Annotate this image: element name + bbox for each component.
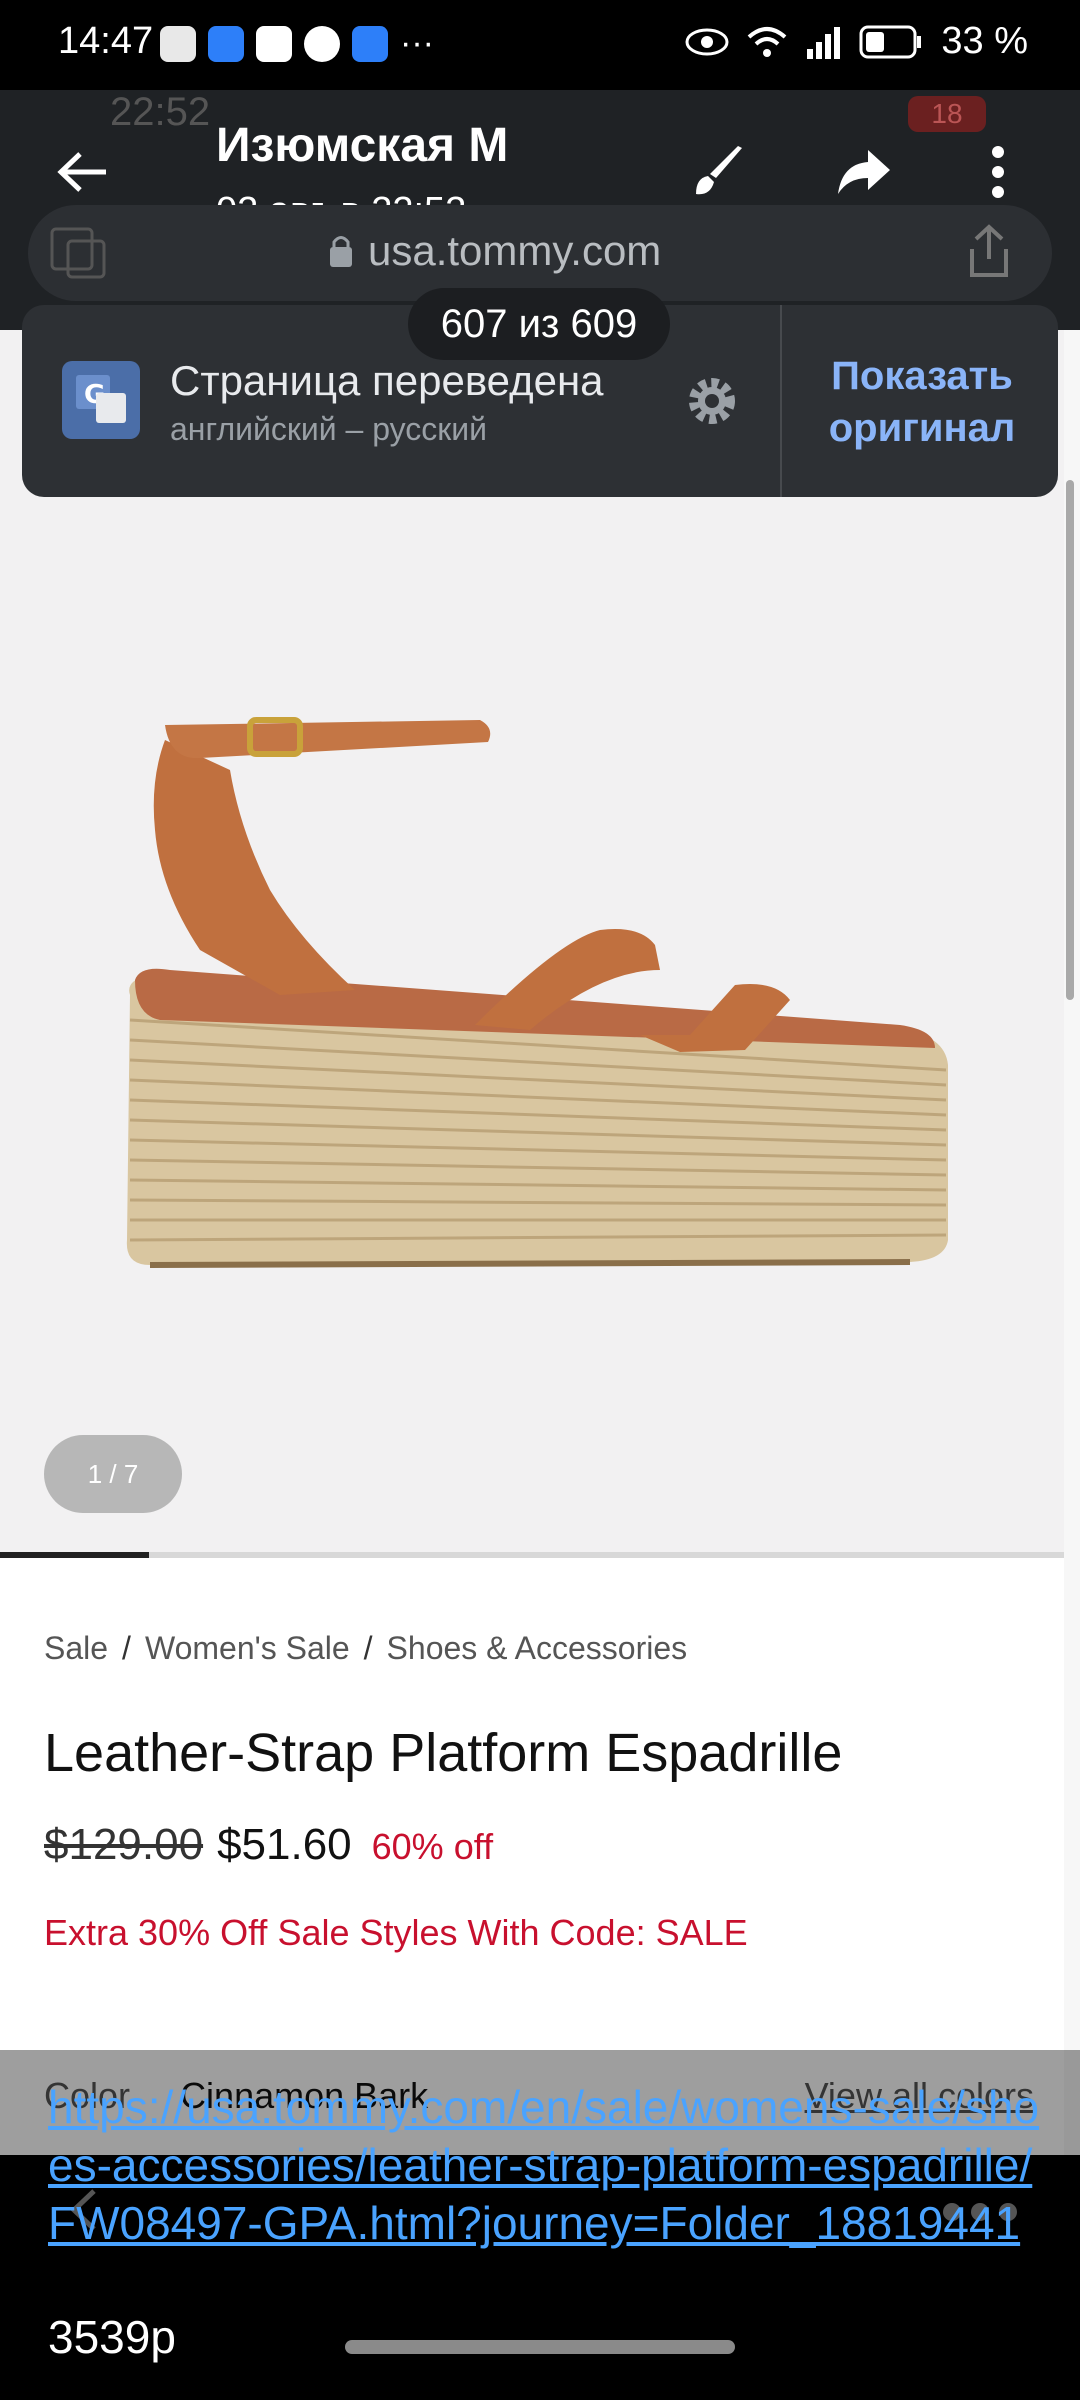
show-original-button[interactable]: Показать оригинал [802, 350, 1042, 454]
ghost-time: 22:52 [110, 90, 211, 134]
calendar-icon [160, 26, 196, 62]
breadcrumb: Sale / Women's Sale / Shoes & Accessories [44, 1630, 688, 1666]
eye-icon [685, 28, 729, 55]
scrollbar-thumb[interactable] [1066, 480, 1074, 1000]
product-image[interactable] [0, 330, 1064, 1552]
breadcrumb-shoes-accessories[interactable]: Shoes & Accessories [387, 1630, 688, 1666]
slide-progress-fill [0, 1552, 149, 1558]
translate-icon [50, 227, 106, 279]
more-notifications-icon: ··· [400, 24, 434, 62]
more-vertical-icon [992, 146, 1004, 198]
gesture-bar[interactable] [345, 2340, 735, 2354]
price-old: $129.00 [44, 1820, 204, 1869]
back-button[interactable] [42, 132, 122, 212]
price-row: $129.00 $51.60 60% off [44, 1820, 493, 1870]
battery-percent: 33 % [941, 20, 1028, 62]
caption-link[interactable]: https://usa.tommy.com/en/sale/womens-sal… [48, 2078, 1048, 2252]
caption-price: 3539р [48, 2311, 176, 2363]
translate-languages: английский – русский [170, 411, 488, 447]
wifi-icon [748, 26, 787, 57]
breadcrumb-womens-sale[interactable]: Women's Sale [145, 1630, 350, 1666]
discount-badge: 60% off [371, 1826, 494, 1867]
address-bar[interactable]: usa.tommy.com [28, 205, 1052, 301]
price-new: $51.60 [217, 1820, 352, 1869]
breadcrumb-sale[interactable]: Sale [44, 1630, 108, 1666]
notification-icons: ··· [160, 26, 434, 62]
bulb-icon [352, 26, 388, 62]
cloud-icon [208, 26, 244, 62]
chat-title: Изюмская М [216, 119, 509, 172]
signal-icon [807, 26, 841, 59]
ghost-badge: 18 [908, 96, 986, 132]
status-bar: 14:47 ··· 33 % [0, 0, 1080, 90]
more-button[interactable] [968, 132, 1028, 212]
chat-icon [304, 26, 340, 62]
mail-icon [256, 26, 292, 62]
translate-divider [780, 305, 782, 497]
url-text[interactable]: usa.tommy.com [368, 227, 661, 275]
status-right: 33 % [685, 20, 1028, 63]
status-time: 14:47 [58, 20, 154, 62]
slide-indicator: 1 / 7 [44, 1435, 182, 1513]
arrow-left-icon [57, 152, 106, 192]
promo-text: Extra 30% Off Sale Styles With Code: SAL… [44, 1912, 748, 1953]
espadrille-image [126, 717, 948, 1268]
battery-icon [859, 25, 922, 58]
media-counter: 607 из 609 [408, 288, 670, 360]
edit-button[interactable] [680, 132, 760, 212]
brush-icon [696, 146, 742, 195]
product-title: Leather-Strap Platform Espadrille [44, 1723, 843, 1783]
google-translate-icon: G [62, 361, 140, 439]
forward-icon [838, 150, 890, 194]
translate-title: Страница переведена [170, 357, 604, 404]
share-button[interactable] [824, 132, 904, 212]
gear-icon[interactable] [682, 371, 742, 431]
slide-progress [0, 1552, 1064, 1558]
share-icon[interactable] [966, 223, 1012, 279]
lock-icon [330, 236, 352, 267]
